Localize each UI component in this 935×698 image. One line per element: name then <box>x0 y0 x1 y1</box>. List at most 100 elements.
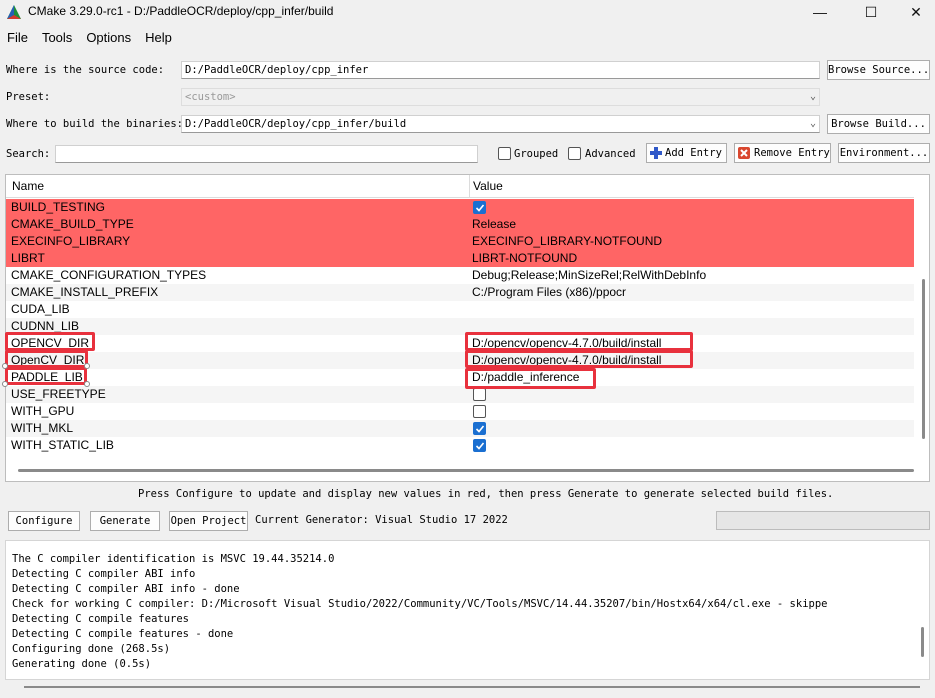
row-name: CMAKE_INSTALL_PREFIX <box>11 285 159 299</box>
browse-source-button[interactable]: Browse Source... <box>827 60 930 80</box>
row-name: CUDNN_LIB <box>11 319 80 333</box>
minimize-button[interactable]: — <box>797 0 843 24</box>
table-row[interactable]: WITH_STATIC_LIB <box>6 437 914 454</box>
table-row[interactable]: USE_FREETYPE <box>6 386 914 403</box>
menu-bar: File Tools Options Help <box>0 26 179 48</box>
build-path-combo[interactable]: D:/PaddleOCR/deploy/cpp_infer/build ⌄ <box>181 115 820 133</box>
chevron-down-icon: ⌄ <box>809 91 816 102</box>
resize-handle[interactable] <box>84 381 90 387</box>
row-value[interactable]: Release <box>472 217 516 231</box>
progress-bar <box>716 511 930 530</box>
menu-help[interactable]: Help <box>138 30 179 45</box>
table-row[interactable]: OpenCV_DIR D:/opencv/opencv-4.7.0/build/i… <box>6 352 914 369</box>
column-divider[interactable] <box>469 175 470 198</box>
output-log[interactable]: The C compiler identification is MSVC 19… <box>5 540 930 680</box>
check-icon <box>475 442 485 450</box>
menu-tools[interactable]: Tools <box>35 30 79 45</box>
row-value-checkbox[interactable] <box>473 422 486 435</box>
log-horizontal-scrollbar[interactable] <box>24 686 920 688</box>
preset-value: <custom> <box>185 91 236 103</box>
row-name: CUDA_LIB <box>11 302 70 316</box>
close-button[interactable]: ✕ <box>893 0 935 24</box>
preset-select[interactable]: <custom> ⌄ <box>181 88 820 106</box>
row-name: WITH_GPU <box>11 404 75 418</box>
generate-button[interactable]: Generate <box>90 511 160 531</box>
current-generator-label: Current Generator: Visual Studio 17 2022 <box>255 514 508 526</box>
row-value-checkbox[interactable] <box>473 388 486 401</box>
row-value[interactable]: C:/Program Files (x86)/ppocr <box>472 285 626 299</box>
search-label: Search: <box>6 148 51 160</box>
column-header-value[interactable]: Value <box>473 179 503 193</box>
configure-button[interactable]: Configure <box>8 511 80 531</box>
row-value-checkbox[interactable] <box>473 439 486 452</box>
remove-entry-label: Remove Entry <box>754 147 830 159</box>
preset-label: Preset: <box>6 91 51 103</box>
row-value-checkbox[interactable] <box>473 405 486 418</box>
vertical-scrollbar[interactable] <box>920 199 926 469</box>
environment-button[interactable]: Environment... <box>838 143 930 163</box>
row-name: WITH_STATIC_LIB <box>11 438 114 452</box>
chevron-down-icon[interactable]: ⌄ <box>810 116 816 132</box>
row-value[interactable]: D:/opencv/opencv-4.7.0/build/install <box>472 353 661 367</box>
source-path-input[interactable]: D:/PaddleOCR/deploy/cpp_infer <box>181 61 820 79</box>
configure-hint: Press Configure to update and display ne… <box>138 488 834 500</box>
log-line: Configuring done (268.5s) <box>12 643 171 655</box>
maximize-button[interactable]: ☐ <box>848 0 894 24</box>
table-row[interactable]: OPENCV_DIR D:/opencv/opencv-4.7.0/build/i… <box>6 335 914 352</box>
source-label: Where is the source code: <box>6 64 165 76</box>
table-row[interactable]: CUDA_LIB <box>6 301 914 318</box>
row-value[interactable]: EXECINFO_LIBRARY-NOTFOUND <box>472 234 662 248</box>
row-value-checkbox[interactable] <box>473 201 486 214</box>
check-icon <box>475 204 485 212</box>
cmake-logo-icon <box>7 5 21 19</box>
table-row[interactable]: BUILD_TESTING <box>6 199 914 216</box>
grouped-checkbox[interactable] <box>498 147 511 160</box>
horizontal-scrollbar[interactable] <box>18 469 914 472</box>
open-project-button[interactable]: Open Project <box>169 511 248 531</box>
row-name: OPENCV_DIR <box>11 336 90 350</box>
remove-entry-button[interactable]: Remove Entry <box>734 143 831 163</box>
row-name: WITH_MKL <box>11 421 74 435</box>
table-row[interactable]: CUDNN_LIB <box>6 318 914 335</box>
column-header-name[interactable]: Name <box>12 179 44 193</box>
row-value[interactable]: D:/paddle_inference <box>472 370 579 384</box>
resize-handle[interactable] <box>84 363 90 369</box>
row-name: PADDLE_LIB <box>11 370 83 384</box>
row-name: CMAKE_BUILD_TYPE <box>11 217 134 231</box>
row-value[interactable]: Debug;Release;MinSizeRel;RelWithDebInfo <box>472 268 706 282</box>
row-value[interactable]: D:/opencv/opencv-4.7.0/build/install <box>472 336 661 350</box>
log-scrollbar[interactable] <box>921 627 924 657</box>
table-row[interactable]: LIBRT LIBRT-NOTFOUND <box>6 250 914 267</box>
row-name: BUILD_TESTING <box>11 200 106 214</box>
title-bar: CMake 3.29.0-rc1 - D:/PaddleOCR/deploy/c… <box>0 0 935 24</box>
cache-table[interactable]: Name Value BUILD_TESTING CMAKE_BUILD_TYPE… <box>5 174 930 482</box>
advanced-checkbox[interactable] <box>568 147 581 160</box>
row-name: EXECINFO_LIBRARY <box>11 234 131 248</box>
table-row[interactable]: CMAKE_CONFIGURATION_TYPES Debug;Release;M… <box>6 267 914 284</box>
table-row[interactable]: WITH_GPU <box>6 403 914 420</box>
row-name: LIBRT <box>11 251 45 265</box>
add-entry-button[interactable]: Add Entry <box>646 143 727 163</box>
table-row[interactable]: CMAKE_INSTALL_PREFIX C:/Program Files (x8… <box>6 284 914 301</box>
table-row[interactable]: WITH_MKL <box>6 420 914 437</box>
row-name: USE_FREETYPE <box>11 387 106 401</box>
table-row[interactable]: EXECINFO_LIBRARY EXECINFO_LIBRARY-NOTFOUN… <box>6 233 914 250</box>
scrollbar-thumb[interactable] <box>922 279 925 439</box>
menu-file[interactable]: File <box>0 30 35 45</box>
window-title: CMake 3.29.0-rc1 - D:/PaddleOCR/deploy/c… <box>28 4 334 18</box>
table-row[interactable]: PADDLE_LIB D:/paddle_inference <box>6 369 914 386</box>
table-row[interactable]: CMAKE_BUILD_TYPE Release <box>6 216 914 233</box>
log-line: Detecting C compile features <box>12 613 190 625</box>
build-path-value: D:/PaddleOCR/deploy/cpp_infer/build <box>185 118 407 130</box>
resize-handle[interactable] <box>2 363 8 369</box>
search-input[interactable] <box>55 145 478 163</box>
browse-build-button[interactable]: Browse Build... <box>827 114 930 134</box>
build-label: Where to build the binaries: <box>6 118 184 130</box>
log-line: The C compiler identification is MSVC 19… <box>12 553 335 565</box>
check-icon <box>475 425 485 433</box>
resize-handle[interactable] <box>2 381 8 387</box>
menu-options[interactable]: Options <box>79 30 138 45</box>
log-line: Detecting C compiler ABI info <box>12 568 196 580</box>
row-value[interactable]: LIBRT-NOTFOUND <box>472 251 577 265</box>
remove-icon <box>738 147 750 159</box>
